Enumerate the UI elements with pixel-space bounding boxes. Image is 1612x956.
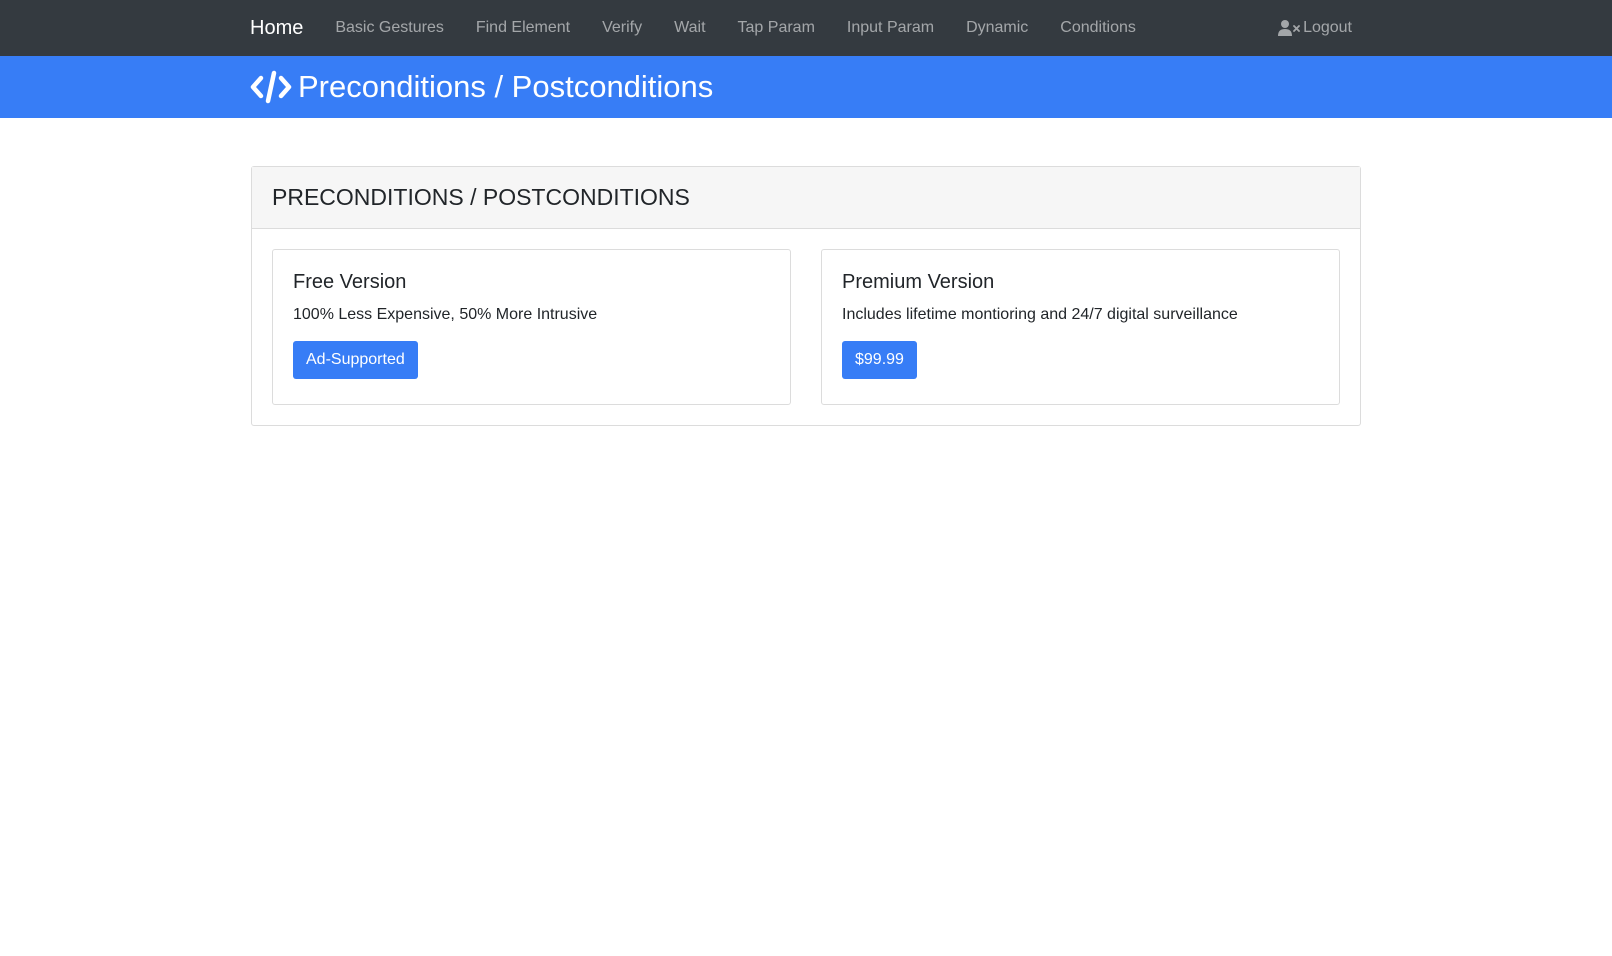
premium-version-description: Includes lifetime montioring and 24/7 di…	[842, 306, 1238, 323]
banner-container: Preconditions / Postconditions	[250, 56, 713, 118]
navbar-container: Home Basic Gestures Find Element Verify …	[250, 0, 1360, 56]
premium-version-title: Premium Version	[842, 271, 995, 293]
free-version-description: 100% Less Expensive, 50% More Intrusive	[293, 306, 598, 323]
nav-link-find-element[interactable]: Find Element	[476, 19, 570, 37]
card-header: PRECONDITIONS / POSTCONDITIONS	[252, 167, 1360, 229]
page-title: Preconditions / Postconditions	[298, 69, 714, 104]
premium-price-button[interactable]: $99.99	[842, 341, 917, 379]
nav-link-conditions[interactable]: Conditions	[1060, 19, 1136, 37]
logout-label: Logout	[1303, 19, 1352, 36]
nav-home-link[interactable]: Home	[250, 17, 303, 40]
card-header-title: PRECONDITIONS / POSTCONDITIONS	[272, 184, 690, 210]
logout-link[interactable]: Logout	[1278, 0, 1352, 56]
code-icon	[250, 70, 292, 104]
free-version-card: Free Version 100% Less Expensive, 50% Mo…	[272, 249, 791, 405]
premium-version-card: Premium Version Includes lifetime montio…	[821, 249, 1340, 405]
page-banner: Preconditions / Postconditions	[0, 56, 1612, 118]
user-times-icon	[1278, 19, 1300, 37]
nav-link-wait[interactable]: Wait	[674, 19, 705, 37]
ad-supported-button[interactable]: Ad-Supported	[293, 341, 418, 379]
card-body: Free Version 100% Less Expensive, 50% Mo…	[252, 229, 1360, 426]
nav-link-dynamic[interactable]: Dynamic	[966, 19, 1028, 37]
nav-link-basic-gestures[interactable]: Basic Gestures	[335, 19, 443, 37]
top-navbar: Home Basic Gestures Find Element Verify …	[0, 0, 1612, 56]
free-version-title: Free Version	[293, 271, 407, 293]
nav-link-input-param[interactable]: Input Param	[847, 19, 934, 37]
nav-links: Basic Gestures Find Element Verify Wait …	[335, 19, 1136, 37]
nav-link-verify[interactable]: Verify	[602, 19, 642, 37]
conditions-card: PRECONDITIONS / POSTCONDITIONS Free Vers…	[251, 166, 1361, 426]
nav-link-tap-param[interactable]: Tap Param	[738, 19, 815, 37]
